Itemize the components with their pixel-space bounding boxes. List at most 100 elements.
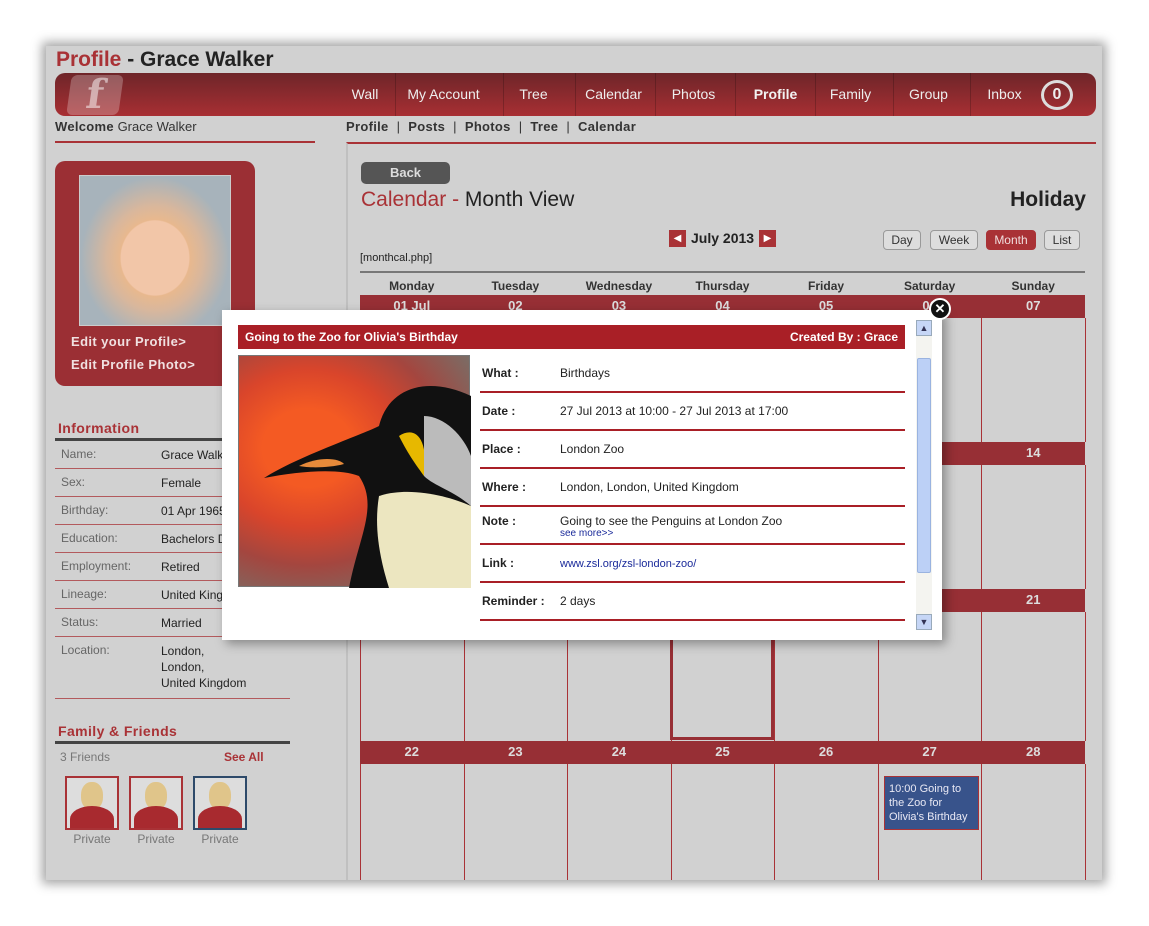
popup-value-wrap: www.zsl.org/zsl-london-zoo/: [560, 556, 696, 570]
subnav-posts[interactable]: Posts: [408, 119, 445, 134]
popup-row: Link : www.zsl.org/zsl-london-zoo/: [480, 545, 905, 583]
subnav-calendar[interactable]: Calendar: [578, 119, 636, 134]
day-cell[interactable]: [672, 764, 775, 880]
friend-label: Private: [73, 832, 111, 846]
edit-photo-link[interactable]: Edit Profile Photo>: [71, 357, 195, 372]
day-cell[interactable]: [465, 764, 568, 880]
day-number: 14: [1025, 445, 1041, 460]
day-cell[interactable]: [361, 764, 464, 880]
info-value: Female: [161, 476, 202, 490]
popup-value: Going to see the Penguins at London Zoo: [560, 514, 783, 528]
popup-row: What : Birthdays: [480, 355, 905, 393]
nav-item-tree[interactable]: Tree: [503, 73, 563, 116]
day-cell[interactable]: [982, 764, 1085, 880]
nav-item-wall[interactable]: Wall: [345, 73, 385, 116]
main-nav: f 0 Wall My Account Tree Calendar Photos Prof…: [55, 71, 1096, 118]
day-cell[interactable]: [982, 465, 1085, 589]
info-value: 01 Apr 1965: [161, 504, 226, 518]
next-month-icon[interactable]: ▶: [759, 230, 776, 247]
sub-nav: Profile | Posts | Photos | Tree | Calendar: [346, 119, 636, 134]
calendar-title: Calendar - Month View: [361, 188, 575, 211]
prev-month-icon[interactable]: ◀: [669, 230, 686, 247]
separator: |: [453, 119, 457, 134]
popup-row: Place : London Zoo: [480, 431, 905, 469]
scroll-up-icon[interactable]: ▲: [916, 320, 932, 336]
file-label: [monthcal.php]: [360, 252, 433, 264]
day-cell[interactable]: [982, 318, 1085, 442]
see-all-link[interactable]: See All: [224, 750, 264, 764]
friend-avatar[interactable]: [65, 776, 119, 830]
day-number: 28: [1025, 744, 1041, 759]
popup-label: Date :: [482, 404, 516, 418]
info-label: Education:: [61, 531, 118, 545]
information-heading: Information: [58, 420, 140, 436]
friend-avatar[interactable]: [129, 776, 183, 830]
profile-photo: [79, 175, 231, 326]
separator: |: [518, 119, 523, 134]
subnav-photos[interactable]: Photos: [465, 119, 511, 134]
view-month-button[interactable]: Month: [986, 230, 1036, 250]
cell-border: [1085, 465, 1086, 589]
divider: [55, 141, 315, 143]
cell-border: [1085, 764, 1086, 880]
nav-item-my-account[interactable]: My Account: [395, 73, 491, 116]
info-label: Birthday:: [61, 503, 109, 517]
cell-border: [1085, 612, 1086, 741]
popup-value-wrap: London Zoo: [560, 442, 624, 456]
nav-item-family[interactable]: Family: [815, 73, 885, 116]
view-day-button[interactable]: Day: [883, 230, 921, 250]
nav-item-group[interactable]: Group: [893, 73, 963, 116]
popup-row: Reminder : 2 days: [480, 583, 905, 621]
day-cell[interactable]: [568, 764, 671, 880]
nav-item-profile[interactable]: Profile: [735, 73, 815, 116]
info-label: Location:: [61, 643, 110, 657]
subnav-profile[interactable]: Profile: [346, 119, 389, 134]
info-label: Name:: [61, 447, 97, 461]
day-number: 21: [1025, 592, 1041, 607]
inbox-count-badge[interactable]: 0: [1041, 80, 1073, 110]
edit-profile-link[interactable]: Edit your Profile>: [71, 334, 186, 349]
popup-value: London, London, United Kingdom: [560, 480, 739, 494]
view-week-button[interactable]: Week: [930, 230, 978, 250]
nav-item-calendar[interactable]: Calendar: [575, 73, 651, 116]
friends-heading: Family & Friends: [58, 723, 178, 739]
scroll-thumb[interactable]: [917, 358, 931, 573]
avatar-body: [70, 806, 114, 828]
day-cell[interactable]: [775, 764, 878, 880]
day-number: 24: [611, 744, 627, 759]
popup-label: Reminder :: [482, 594, 545, 608]
event-link[interactable]: www.zsl.org/zsl-london-zoo/: [560, 558, 696, 570]
calendar-event[interactable]: 10:00 Going to the Zoo for Olivia's Birt…: [884, 776, 979, 830]
popup-value-wrap: 27 Jul 2013 at 10:00 - 27 Jul 2013 at 17…: [560, 404, 788, 418]
see-more-link[interactable]: see more>>: [560, 528, 782, 539]
popup-scrollbar[interactable]: ▲ ▼: [916, 320, 932, 630]
nav-item-inbox[interactable]: Inbox: [970, 73, 1038, 116]
friend-avatar[interactable]: [193, 776, 247, 830]
popup-row: Note : Going to see the Penguins at Londo…: [480, 507, 905, 545]
info-label: Lineage:: [61, 587, 108, 601]
weekday-header: Thursday: [695, 279, 750, 293]
popup-value-wrap: Going to see the Penguins at London Zoo s…: [560, 514, 782, 539]
nav-item-photos[interactable]: Photos: [655, 73, 731, 116]
cell-border: [1085, 318, 1086, 442]
day-cell[interactable]: [982, 612, 1085, 741]
popup-value: London Zoo: [560, 442, 625, 456]
page-title: Profile - Grace Walker: [56, 48, 274, 71]
weekday-header: Sunday: [1011, 279, 1055, 293]
view-list-button[interactable]: List: [1044, 230, 1080, 250]
scroll-down-icon[interactable]: ▼: [916, 614, 932, 630]
popup-label: Link :: [482, 556, 514, 570]
calendar-category: Holiday: [1010, 188, 1086, 211]
popup-row: Date : 27 Jul 2013 at 10:00 - 27 Jul 2013…: [480, 393, 905, 431]
subnav-tree[interactable]: Tree: [530, 119, 558, 134]
event-photo: [238, 355, 471, 588]
day-number: 26: [818, 744, 834, 759]
back-button[interactable]: Back: [361, 162, 450, 184]
close-popup-icon[interactable]: ✕: [929, 298, 951, 320]
popup-label: Place :: [482, 442, 521, 456]
day-number: 27: [922, 744, 937, 759]
info-label: Status:: [61, 615, 99, 629]
current-month: July 2013: [691, 230, 755, 246]
info-label: Employment:: [61, 559, 132, 573]
site-logo[interactable]: f: [66, 71, 124, 118]
